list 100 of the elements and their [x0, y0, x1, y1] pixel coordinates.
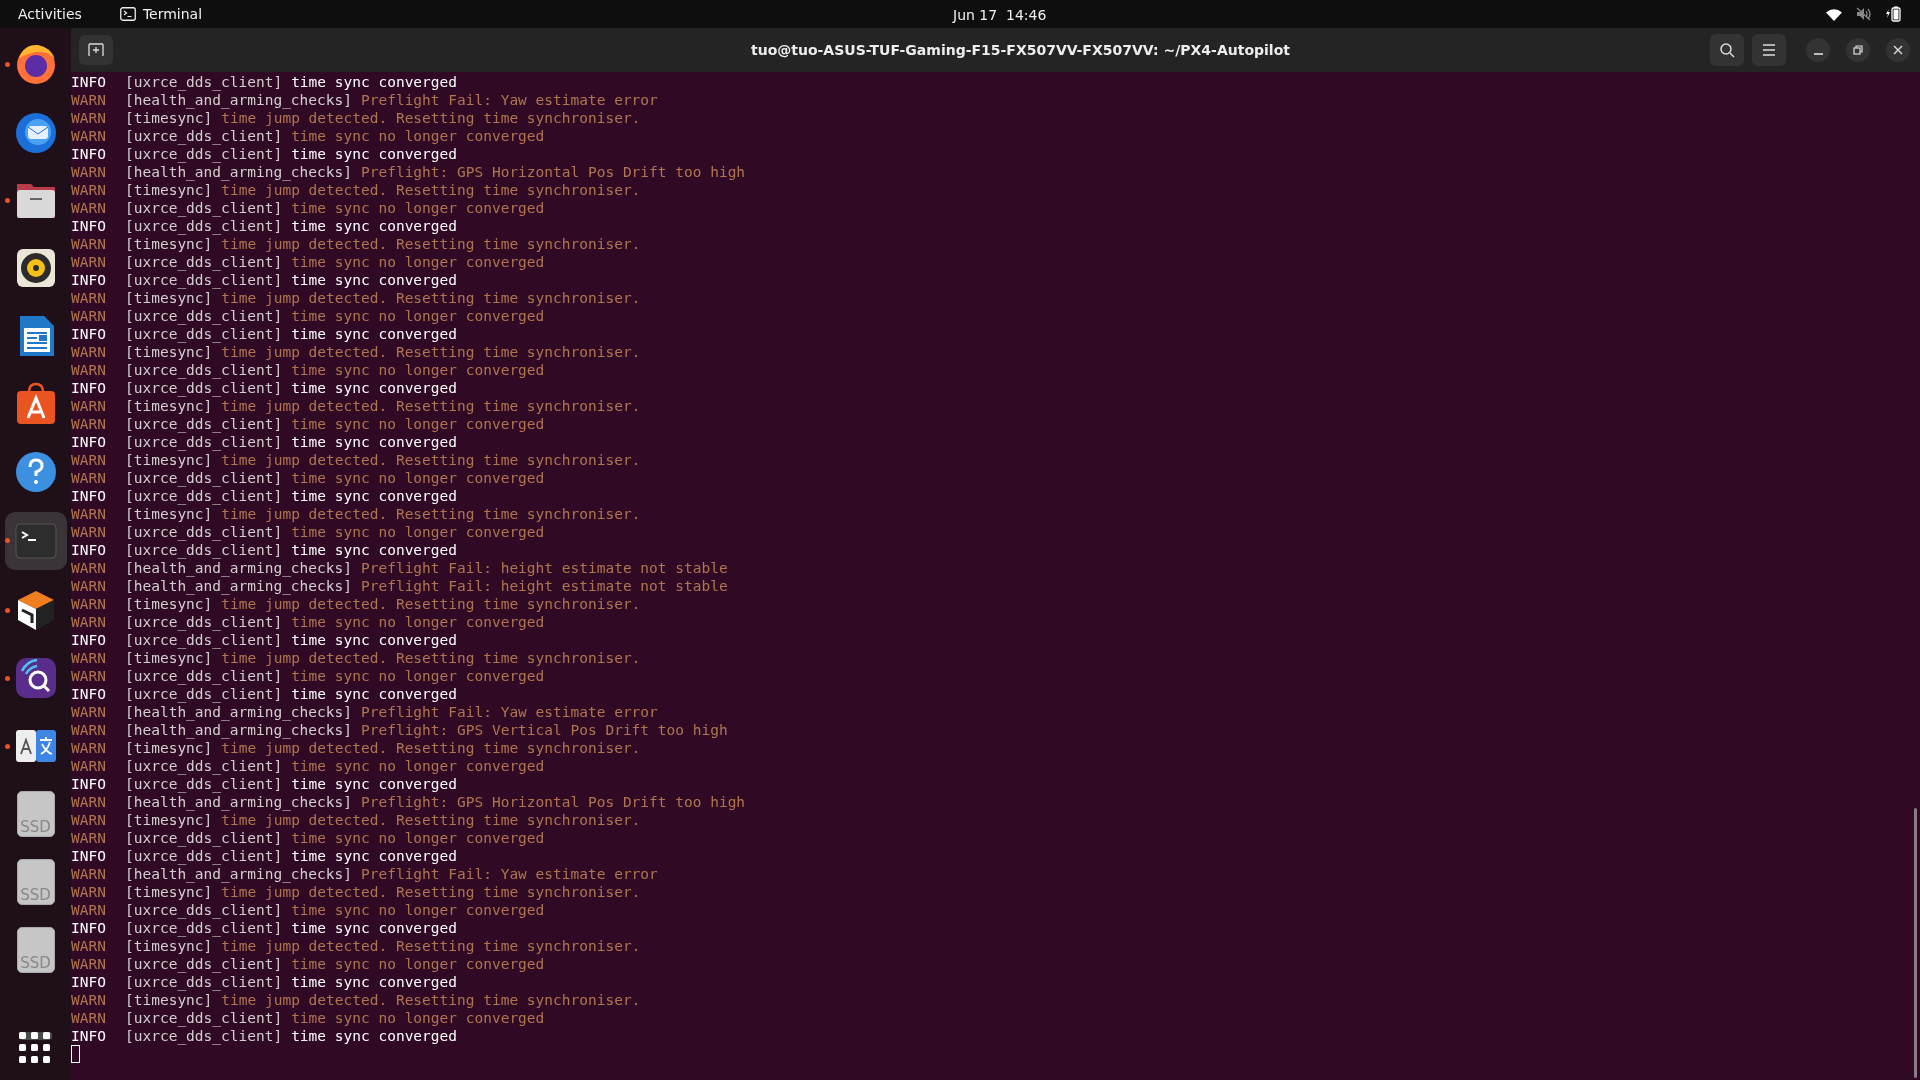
log-level: INFO [71, 775, 107, 793]
log-level: WARN [71, 109, 107, 127]
log-level: WARN [71, 469, 107, 487]
log-source: [health_and_arming_checks] [125, 865, 352, 883]
wifi-icon[interactable] [1826, 7, 1842, 21]
restore-icon [1853, 45, 1863, 55]
log-message: time sync converged [291, 1027, 457, 1045]
log-level: WARN [71, 163, 107, 181]
log-source: [health_and_arming_checks] [125, 703, 352, 721]
log-level: WARN [71, 883, 107, 901]
log-source: [uxrce_dds_client] [125, 685, 283, 703]
log-message: time jump detected. Resetting time synchroniser. [221, 595, 641, 613]
log-level: WARN [71, 505, 107, 523]
log-message: time sync no longer converged [291, 253, 545, 271]
log-message: time jump detected. Resetting time synchroniser. [221, 937, 641, 955]
text-cursor [71, 1045, 80, 1063]
log-level: INFO [71, 685, 107, 703]
log-source: [uxrce_dds_client] [125, 271, 283, 289]
terminal-icon [119, 7, 136, 21]
log-level: WARN [71, 181, 107, 199]
drive-label: SSD [20, 820, 51, 835]
log-message: time sync converged [291, 271, 457, 289]
log-source: [uxrce_dds_client] [125, 757, 283, 775]
log-message: time sync converged [291, 379, 457, 397]
restore-button[interactable] [1846, 38, 1870, 62]
log-source: [uxrce_dds_client] [125, 847, 283, 865]
log-level: WARN [71, 127, 107, 145]
log-level: WARN [71, 703, 107, 721]
log-source: [uxrce_dds_client] [125, 667, 283, 685]
log-source: [uxrce_dds_client] [125, 1009, 283, 1027]
log-level: WARN [71, 829, 107, 847]
log-level: INFO [71, 487, 107, 505]
log-message: time jump detected. Resetting time synchroniser. [221, 397, 641, 415]
log-level: WARN [71, 649, 107, 667]
log-source: [uxrce_dds_client] [125, 415, 283, 433]
log-source: [timesync] [125, 811, 213, 829]
log-source: [timesync] [125, 937, 213, 955]
log-level: INFO [71, 631, 107, 649]
log-level: WARN [71, 361, 107, 379]
log-message: time jump detected. Resetting time synchroniser. [221, 739, 641, 757]
scrollbar[interactable] [1914, 808, 1917, 1078]
log-message: time sync no longer converged [291, 667, 545, 685]
log-source: [uxrce_dds_client] [125, 955, 283, 973]
log-message: time jump detected. Resetting time synchroniser. [221, 649, 641, 667]
log-level: WARN [71, 415, 107, 433]
drive-label: SSD [20, 956, 51, 971]
log-source: [uxrce_dds_client] [125, 973, 283, 991]
log-message: time sync no longer converged [291, 415, 545, 433]
activities-button[interactable]: Activities [18, 3, 82, 25]
search-button[interactable] [1710, 34, 1744, 66]
log-source: [health_and_arming_checks] [125, 163, 352, 181]
log-message: time sync no longer converged [291, 955, 545, 973]
log-level: WARN [71, 901, 107, 919]
log-message: time sync no longer converged [291, 361, 545, 379]
log-level: INFO [71, 145, 107, 163]
new-tab-button[interactable] [79, 35, 113, 65]
mail-icon [13, 110, 58, 154]
close-button[interactable] [1886, 38, 1910, 62]
clock[interactable]: Jun 17 14:46 [953, 5, 1047, 26]
log-source: [uxrce_dds_client] [125, 73, 283, 91]
log-level: WARN [71, 667, 107, 685]
log-level: WARN [71, 253, 107, 271]
log-source: [timesync] [125, 451, 213, 469]
log-message: Preflight Fail: Yaw estimate error [361, 865, 658, 883]
signal-icon [13, 656, 58, 700]
log-source: [timesync] [125, 181, 213, 199]
minimize-icon [1813, 53, 1823, 55]
menu-button[interactable] [1752, 34, 1786, 66]
log-level: WARN [71, 199, 107, 217]
menu-icon [1762, 44, 1776, 56]
log-level: WARN [71, 289, 107, 307]
log-level: WARN [71, 397, 107, 415]
log-message: time sync no longer converged [291, 613, 545, 631]
log-level: INFO [71, 73, 107, 91]
log-level: WARN [71, 595, 107, 613]
log-source: [uxrce_dds_client] [125, 199, 283, 217]
log-source: [timesync] [125, 991, 213, 1009]
log-level: WARN [71, 793, 107, 811]
log-message: time sync converged [291, 775, 457, 793]
log-source: [uxrce_dds_client] [125, 217, 283, 235]
battery-icon[interactable] [1886, 6, 1902, 22]
log-source: [uxrce_dds_client] [125, 361, 283, 379]
log-level: WARN [71, 865, 107, 883]
log-message: time jump detected. Resetting time synchroniser. [221, 991, 641, 1009]
log-level: WARN [71, 1009, 107, 1027]
app-grid-icon[interactable] [19, 1032, 51, 1064]
window-title: tuo@tuo-ASUS-TUF-Gaming-F15-FX507VV-FX507VV: ~/PX4-Autopilot [751, 41, 1290, 60]
minimize-button[interactable] [1806, 38, 1830, 62]
log-level: INFO [71, 541, 107, 559]
log-source: [uxrce_dds_client] [125, 469, 283, 487]
log-message: time sync converged [291, 847, 457, 865]
log-message: time sync no longer converged [291, 829, 545, 847]
log-message: time sync converged [291, 919, 457, 937]
log-source: [uxrce_dds_client] [125, 523, 283, 541]
muted-speaker-icon[interactable] [1856, 7, 1872, 21]
log-level: WARN [71, 235, 107, 253]
log-message: time sync converged [291, 541, 457, 559]
log-level: INFO [71, 271, 107, 289]
log-level: WARN [71, 577, 107, 595]
app-menu[interactable]: Terminal [142, 3, 203, 25]
